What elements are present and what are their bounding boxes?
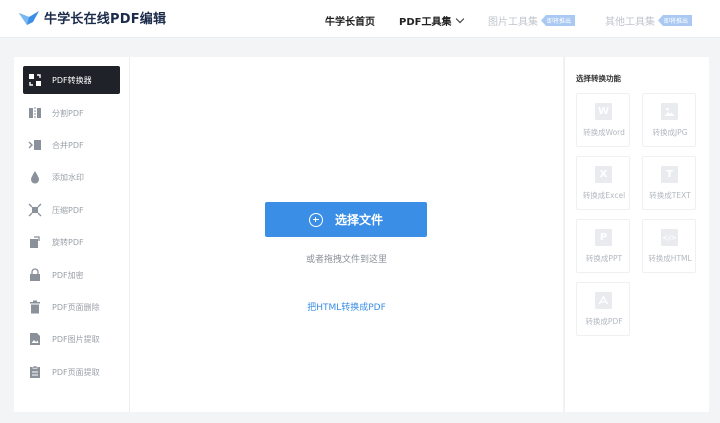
top-navbar: 牛学长在线PDF编辑 牛学长首页 PDF工具集 图片工具集 即将推出 其他工具集…	[0, 0, 720, 38]
sidebar-item-label: 压缩PDF	[52, 205, 84, 215]
convert-option-label: 转换成PDF	[585, 317, 623, 326]
nav-other-tools[interactable]: 其他工具集 即将推出	[605, 13, 693, 28]
word-icon: W	[595, 103, 612, 120]
sidebar-item-label: PDF加密	[52, 270, 84, 280]
nav-image-tools-label: 图片工具集	[488, 17, 538, 28]
sidebar-item-delete-pages[interactable]: PDF页面删除	[23, 293, 120, 321]
logo-text: 牛学长在线PDF编辑	[44, 12, 167, 27]
sidebar-item-label: PDF转换器	[52, 75, 92, 85]
sidebar-item-label: 旋转PDF	[52, 237, 84, 247]
sidebar-item-rotate-pdf[interactable]: 旋转PDF	[23, 228, 120, 256]
pdf-icon	[595, 292, 612, 309]
logo[interactable]: 牛学长在线PDF编辑	[18, 8, 166, 27]
html-to-pdf-link[interactable]: 把HTML转换成PDF	[130, 300, 563, 313]
upload-area[interactable]: 选择文件 或者拖拽文件到这里 把HTML转换成PDF	[130, 57, 563, 412]
sidebar-item-label: 分割PDF	[52, 108, 84, 118]
select-file-button[interactable]: 选择文件	[265, 202, 427, 237]
sidebar-item-pdf-converter[interactable]: PDF转换器	[23, 66, 120, 94]
compress-icon	[27, 202, 43, 218]
convert-option-label: 转换成JPG	[652, 128, 688, 137]
image-icon	[661, 103, 678, 120]
sidebar-item-extract-images[interactable]: PDF图片提取	[23, 325, 120, 353]
sidebar-item-label: PDF图片提取	[52, 334, 100, 344]
tool-sidebar: PDF转换器 分割PDF 合并PDF 添加水印 压缩PDF 旋转PDF PDF加…	[14, 57, 130, 412]
convert-option-label: 转换成HTML	[648, 254, 692, 263]
convert-option-label: 转换成PPT	[585, 254, 623, 263]
conversion-panel: 选择转换功能 W 转换成Word 转换成JPG X 转换成Excel T 转换成…	[564, 57, 709, 412]
chevron-down-icon	[456, 14, 465, 24]
excel-icon: X	[595, 166, 612, 183]
sidebar-item-label: PDF页面提取	[52, 367, 100, 377]
select-file-label: 选择文件	[334, 213, 383, 227]
ppt-icon: P	[595, 229, 612, 246]
convert-to-html-option[interactable]: </> 转换成HTML	[642, 219, 696, 273]
sidebar-item-encrypt-pdf[interactable]: PDF加密	[23, 261, 120, 289]
sidebar-item-extract-pages[interactable]: PDF页面提取	[23, 358, 120, 386]
convert-to-word-option[interactable]: W 转换成Word	[576, 93, 630, 147]
sidebar-item-label: 添加水印	[52, 172, 84, 182]
rotate-icon	[27, 234, 43, 250]
lock-icon	[27, 267, 43, 283]
drag-drop-hint: 或者拖拽文件到这里	[305, 255, 387, 265]
sidebar-item-split-pdf[interactable]: 分割PDF	[23, 99, 120, 127]
logo-bird-icon	[19, 10, 39, 25]
text-icon: T	[661, 166, 678, 183]
sidebar-item-add-watermark[interactable]: 添加水印	[23, 163, 120, 191]
convert-to-excel-option[interactable]: X 转换成Excel	[576, 156, 630, 210]
merge-icon	[27, 137, 43, 153]
sidebar-item-label: PDF页面删除	[52, 302, 100, 312]
coming-soon-badge: 即将推出	[541, 15, 576, 26]
page-extract-icon	[27, 364, 43, 380]
nav-image-tools[interactable]: 图片工具集 即将推出	[488, 13, 576, 28]
convert-to-jpg-option[interactable]: 转换成JPG	[642, 93, 696, 147]
sidebar-item-label: 合并PDF	[52, 140, 84, 150]
convert-to-text-option[interactable]: T 转换成TEXT	[642, 156, 696, 210]
convert-option-label: 转换成TEXT	[649, 191, 691, 200]
code-icon: </>	[661, 229, 678, 246]
nav-pdf-tools[interactable]: PDF工具集	[399, 13, 465, 28]
convert-option-label: 转换成Word	[583, 128, 625, 137]
convert-to-pdf-option[interactable]: 转换成PDF	[576, 282, 630, 336]
coming-soon-badge: 即将推出	[658, 15, 693, 26]
convert-icon	[27, 72, 43, 88]
trash-icon	[27, 299, 43, 315]
convert-to-ppt-option[interactable]: P 转换成PPT	[576, 219, 630, 273]
sidebar-item-compress-pdf[interactable]: 压缩PDF	[23, 196, 120, 224]
nav-home-link[interactable]: 牛学长首页	[325, 13, 375, 28]
sidebar-item-merge-pdf[interactable]: 合并PDF	[23, 131, 120, 159]
nav-pdf-tools-label: PDF工具集	[399, 17, 452, 28]
convert-option-label: 转换成Excel	[582, 191, 626, 200]
nav-other-tools-label: 其他工具集	[605, 17, 655, 28]
conversion-panel-title: 选择转换功能	[576, 74, 621, 83]
plus-circle-icon	[308, 212, 323, 227]
watermark-drop-icon	[27, 169, 43, 185]
image-extract-icon	[27, 331, 43, 347]
split-icon	[27, 105, 43, 121]
